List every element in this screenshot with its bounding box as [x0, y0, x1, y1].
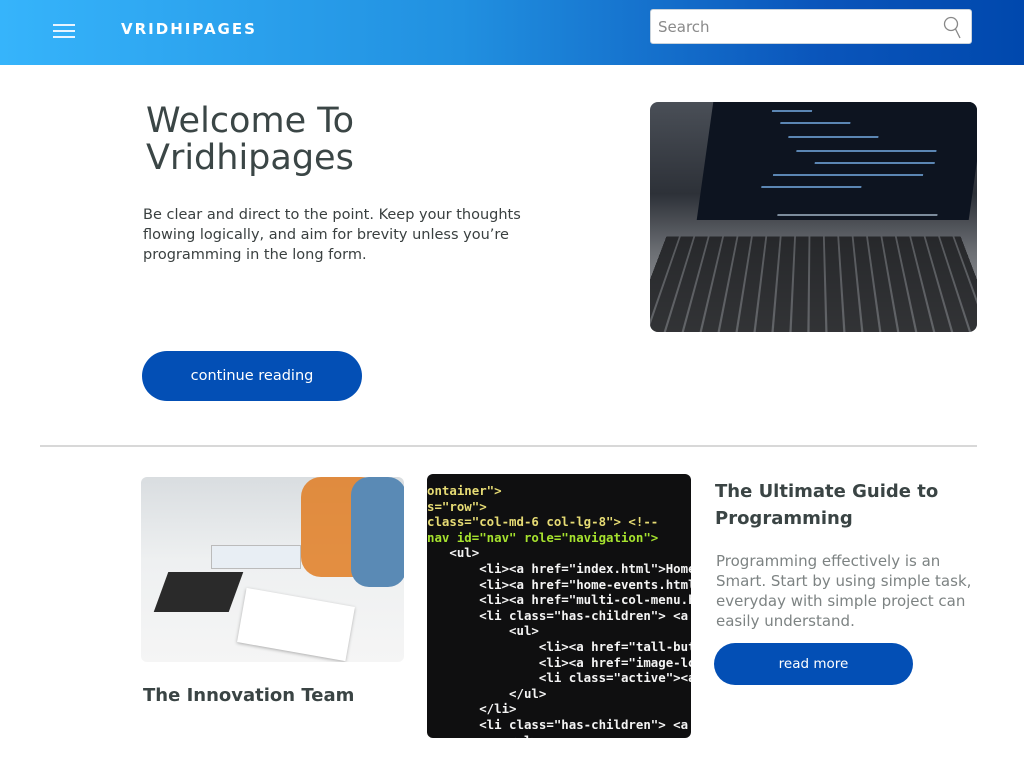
hamburger-menu-icon[interactable] [53, 24, 75, 38]
code-line: <li class="has-children"> <a href=" [479, 716, 689, 732]
card-title-programming-guide[interactable]: The Ultimate Guide to Programming [715, 478, 965, 532]
top-nav-bar: VRIDHIPAGES [0, 0, 1024, 65]
continue-reading-button[interactable]: continue reading [142, 351, 362, 401]
code-line: <li class="has-children"> <a href=" [479, 607, 689, 623]
laptop-image [650, 102, 977, 332]
code-line: <li class="active"><a href= [538, 670, 691, 686]
code-line: <li><a href="multi-col-menu.html"> [479, 592, 691, 608]
card-title-innovation-team[interactable]: The Innovation Team [143, 685, 354, 706]
code-line: <li><a href="index.html">Home</a>< [479, 560, 691, 576]
code-line: s="row"> [427, 498, 487, 514]
code-line: <ul> [427, 623, 539, 639]
code-line: <ul> [427, 545, 480, 561]
search-icon[interactable] [943, 16, 963, 40]
brand-logo[interactable]: VRIDHIPAGES [121, 20, 257, 38]
code-line: nav id="nav" role="navigation"> [427, 529, 659, 545]
search-box [650, 9, 972, 44]
code-line: ontainer"> [427, 483, 502, 498]
code-line: </ul> [427, 685, 547, 701]
code-line: <li><a href="image-logo.htm [538, 654, 691, 670]
read-more-button[interactable]: read more [714, 643, 913, 685]
card-description: Programming effectively is an Smart. Sta… [716, 552, 972, 630]
section-divider [40, 445, 977, 447]
code-line: <li><a href="home-events.html">Home [479, 576, 691, 592]
search-input[interactable] [658, 11, 938, 42]
code-line: <ul> [427, 733, 691, 739]
hero-lead-text: Be clear and direct to the point. Keep y… [143, 207, 521, 263]
code-screen-image[interactable]: ontainer"> s="row"> class="col-md-6 col-lg… [427, 474, 691, 738]
code-line: <li><a href="tall-button-he [538, 638, 691, 654]
hero-title: Welcome To Vridhipages [146, 101, 355, 178]
code-line: class="col-md-6 col-lg-8"> <!-- [427, 514, 659, 530]
code-line: </li> [427, 701, 517, 717]
innovation-team-image[interactable] [141, 477, 404, 662]
